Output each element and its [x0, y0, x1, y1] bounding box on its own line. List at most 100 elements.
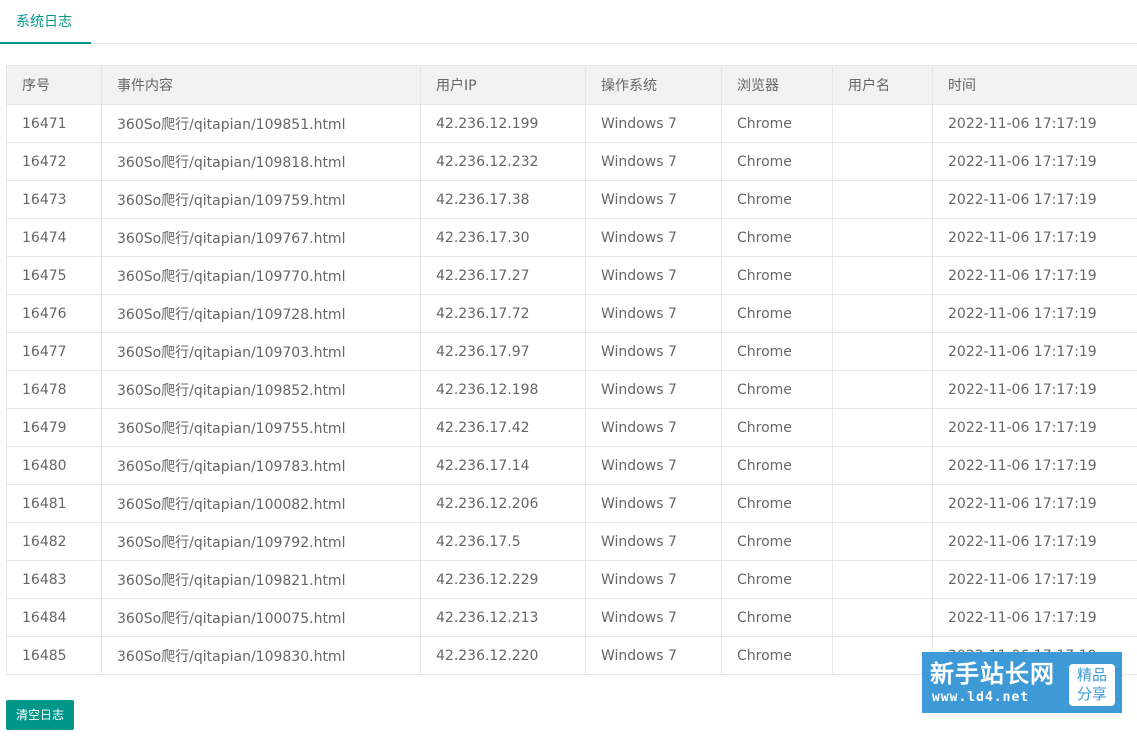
cell-event: 360So爬行/qitapian/109851.html — [101, 104, 421, 143]
cell-id: 16474 — [6, 218, 102, 257]
log-table-container: 序号 事件内容 用户IP 操作系统 浏览器 用户名 时间 16471 360So爬… — [6, 65, 1137, 690]
cell-event: 360So爬行/qitapian/109759.html — [101, 180, 421, 219]
cell-id: 16483 — [6, 560, 102, 599]
column-header-os: 操作系统 — [585, 65, 722, 105]
cell-username — [832, 446, 933, 485]
cell-username — [832, 560, 933, 599]
table-row: 16483 360So爬行/qitapian/109821.html 42.236.… — [6, 560, 1137, 599]
cell-os: Windows 7 — [585, 484, 722, 523]
cell-username — [832, 598, 933, 637]
cell-event: 360So爬行/qitapian/100082.html — [101, 484, 421, 523]
cell-user-ip: 42.236.17.38 — [420, 180, 586, 219]
cell-browser: Chrome — [721, 484, 833, 523]
table-row: 16484 360So爬行/qitapian/100075.html 42.236.… — [6, 598, 1137, 637]
cell-time: 2022-11-06 17:17:19 — [932, 294, 1137, 333]
table-header-row: 序号 事件内容 用户IP 操作系统 浏览器 用户名 时间 — [6, 65, 1137, 105]
cell-id: 16477 — [6, 332, 102, 371]
cell-username — [832, 104, 933, 143]
cell-os: Windows 7 — [585, 522, 722, 561]
cell-user-ip: 42.236.12.220 — [420, 636, 586, 675]
cell-user-ip: 42.236.17.30 — [420, 218, 586, 257]
cell-browser: Chrome — [721, 522, 833, 561]
cell-user-ip: 42.236.12.206 — [420, 484, 586, 523]
table-body: 16471 360So爬行/qitapian/109851.html 42.236.… — [6, 104, 1137, 675]
table-row: 16481 360So爬行/qitapian/100082.html 42.236.… — [6, 484, 1137, 523]
cell-user-ip: 42.236.17.97 — [420, 332, 586, 371]
cell-browser: Chrome — [721, 104, 833, 143]
table-row: 16472 360So爬行/qitapian/109818.html 42.236.… — [6, 142, 1137, 181]
table-row: 16482 360So爬行/qitapian/109792.html 42.236.… — [6, 522, 1137, 561]
cell-os: Windows 7 — [585, 446, 722, 485]
cell-user-ip: 42.236.12.199 — [420, 104, 586, 143]
cell-event: 360So爬行/qitapian/109767.html — [101, 218, 421, 257]
cell-id: 16482 — [6, 522, 102, 561]
column-header-user-ip: 用户IP — [420, 65, 586, 105]
cell-user-ip: 42.236.12.198 — [420, 370, 586, 409]
cell-username — [832, 636, 933, 675]
cell-event: 360So爬行/qitapian/109818.html — [101, 142, 421, 181]
cell-username — [832, 180, 933, 219]
cell-username — [832, 294, 933, 333]
cell-id: 16479 — [6, 408, 102, 447]
log-table: 序号 事件内容 用户IP 操作系统 浏览器 用户名 时间 16471 360So爬… — [6, 65, 1137, 675]
cell-id: 16476 — [6, 294, 102, 333]
cell-time: 2022-11-06 17:17:19 — [932, 218, 1137, 257]
cell-browser: Chrome — [721, 294, 833, 333]
tab-bar: 系统日志 — [0, 0, 1137, 44]
cell-browser: Chrome — [721, 180, 833, 219]
cell-id: 16484 — [6, 598, 102, 637]
cell-browser: Chrome — [721, 446, 833, 485]
table-row: 16473 360So爬行/qitapian/109759.html 42.236.… — [6, 180, 1137, 219]
cell-username — [832, 408, 933, 447]
cell-id: 16473 — [6, 180, 102, 219]
cell-browser: Chrome — [721, 142, 833, 181]
watermark-url: www.ld4.net — [932, 690, 1030, 705]
cell-browser: Chrome — [721, 598, 833, 637]
cell-time: 2022-11-06 17:17:19 — [932, 256, 1137, 295]
column-header-id: 序号 — [6, 65, 102, 105]
table-row: 16478 360So爬行/qitapian/109852.html 42.236.… — [6, 370, 1137, 409]
cell-user-ip: 42.236.12.232 — [420, 142, 586, 181]
cell-id: 16475 — [6, 256, 102, 295]
tab-system-log[interactable]: 系统日志 — [0, 0, 91, 44]
cell-os: Windows 7 — [585, 370, 722, 409]
cell-time: 2022-11-06 17:17:19 — [932, 522, 1137, 561]
cell-browser: Chrome — [721, 370, 833, 409]
cell-username — [832, 522, 933, 561]
cell-time: 2022-11-06 17:17:19 — [932, 180, 1137, 219]
watermark-badge-line1: 精品 — [1076, 666, 1107, 684]
cell-username — [832, 142, 933, 181]
cell-event: 360So爬行/qitapian/109770.html — [101, 256, 421, 295]
cell-event: 360So爬行/qitapian/109703.html — [101, 332, 421, 371]
cell-os: Windows 7 — [585, 408, 722, 447]
cell-event: 360So爬行/qitapian/109852.html — [101, 370, 421, 409]
cell-time: 2022-11-06 17:17:19 — [932, 332, 1137, 371]
cell-user-ip: 42.236.12.213 — [420, 598, 586, 637]
cell-event: 360So爬行/qitapian/109821.html — [101, 560, 421, 599]
cell-user-ip: 42.236.17.72 — [420, 294, 586, 333]
cell-os: Windows 7 — [585, 636, 722, 675]
table-row: 16475 360So爬行/qitapian/109770.html 42.236.… — [6, 256, 1137, 295]
cell-id: 16480 — [6, 446, 102, 485]
cell-os: Windows 7 — [585, 180, 722, 219]
cell-time: 2022-11-06 17:17:19 — [932, 484, 1137, 523]
cell-os: Windows 7 — [585, 256, 722, 295]
cell-user-ip: 42.236.17.42 — [420, 408, 586, 447]
column-header-browser: 浏览器 — [721, 65, 833, 105]
cell-event: 360So爬行/qitapian/109830.html — [101, 636, 421, 675]
cell-time: 2022-11-06 17:17:19 — [932, 142, 1137, 181]
cell-os: Windows 7 — [585, 104, 722, 143]
cell-browser: Chrome — [721, 560, 833, 599]
cell-username — [832, 256, 933, 295]
cell-browser: Chrome — [721, 218, 833, 257]
cell-os: Windows 7 — [585, 560, 722, 599]
column-header-event: 事件内容 — [101, 65, 421, 105]
cell-time: 2022-11-06 17:17:19 — [932, 560, 1137, 599]
clear-log-button[interactable]: 清空日志 — [6, 700, 74, 730]
cell-id: 16472 — [6, 142, 102, 181]
table-row: 16479 360So爬行/qitapian/109755.html 42.236.… — [6, 408, 1137, 447]
watermark-badge: 精品 分享 — [1069, 664, 1115, 706]
cell-os: Windows 7 — [585, 598, 722, 637]
cell-os: Windows 7 — [585, 218, 722, 257]
cell-event: 360So爬行/qitapian/109783.html — [101, 446, 421, 485]
